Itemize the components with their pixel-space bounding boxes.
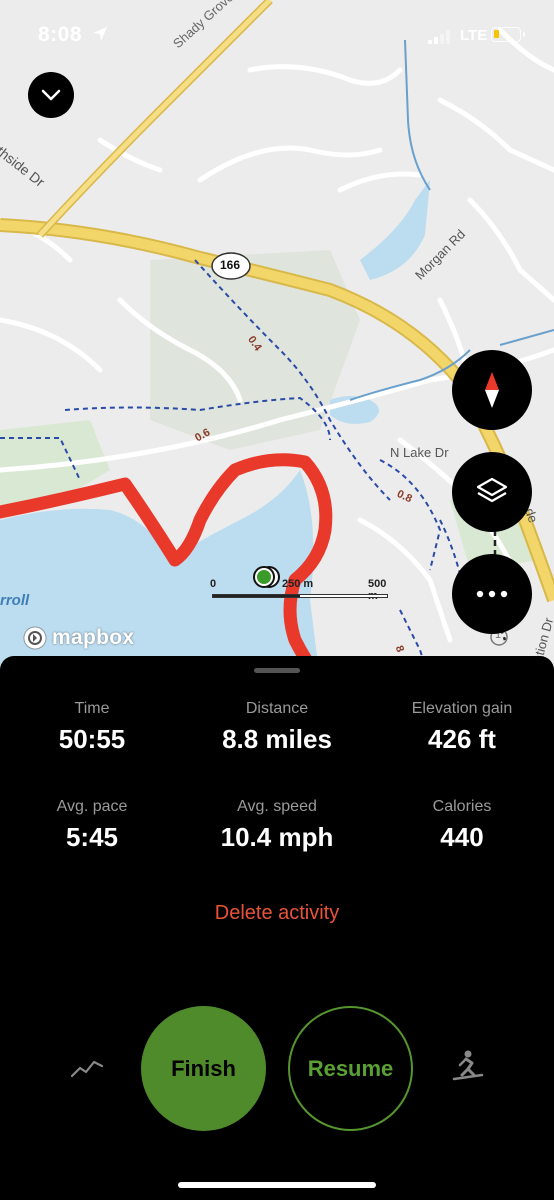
battery-icon	[491, 27, 525, 42]
stat-avg-pace: Avg. pace 5:45	[0, 798, 184, 853]
compass-icon	[485, 372, 499, 408]
location-arrow-icon	[93, 27, 107, 41]
signal-icon	[428, 30, 450, 44]
carrier-label: LTE	[460, 27, 488, 44]
stat-value: 426 ft	[428, 724, 496, 754]
status-time: 8:08	[38, 23, 83, 46]
status-bar: 8:08 LTE	[0, 0, 554, 70]
more-options-button[interactable]	[452, 554, 532, 634]
layers-icon	[476, 477, 508, 503]
finish-button[interactable]: Finish	[141, 1006, 266, 1131]
drag-handle[interactable]	[254, 668, 300, 673]
stat-value: 50:55	[58, 724, 126, 754]
chevron-down-icon	[41, 89, 61, 101]
stat-distance: Distance 8.8 miles	[185, 700, 369, 755]
stat-label: Elevation gain	[411, 700, 513, 717]
more-icon	[476, 590, 508, 598]
stat-label: Distance	[245, 700, 309, 717]
stat-value: 10.4 mph	[220, 822, 334, 852]
stat-time: Time 50:55	[0, 700, 184, 755]
scale-label-max: 500 m	[368, 578, 387, 602]
scale-bar	[212, 594, 388, 598]
map-view[interactable]: Shady Grove rthside Dr 166 Morgan Rd N L…	[0, 0, 554, 680]
stat-calories: Calories 440	[370, 798, 554, 853]
stat-label: Calories	[432, 798, 492, 815]
stat-label: Time	[74, 700, 110, 717]
scale-label-zero: 0	[210, 578, 217, 590]
stat-avg-speed: Avg. speed 10.4 mph	[185, 798, 369, 853]
scale-label-mid: 250 m	[282, 578, 314, 590]
lake-label: rroll	[0, 592, 30, 609]
map-scale: 0 250 m 500 m	[210, 578, 390, 602]
stat-label: Avg. pace	[56, 798, 128, 815]
delete-activity-button[interactable]: Delete activity	[0, 902, 554, 925]
stat-label: Avg. speed	[237, 798, 317, 815]
stat-value: 440	[440, 822, 484, 852]
activity-summary-panel: Time 50:55 Distance 8.8 miles Elevation …	[0, 656, 554, 1200]
mapbox-attribution[interactable]: mapbox	[22, 625, 134, 651]
mapbox-text: mapbox	[52, 626, 135, 649]
route-shield-166: 166	[220, 258, 241, 272]
layers-button[interactable]	[452, 452, 532, 532]
compass-button[interactable]	[452, 350, 532, 430]
road-label-n-lake: N Lake Dr	[390, 445, 449, 460]
collapse-button[interactable]	[28, 72, 74, 118]
stat-value: 8.8 miles	[222, 724, 332, 754]
resume-button[interactable]: Resume	[288, 1006, 413, 1131]
stat-value: 5:45	[65, 822, 119, 852]
mapbox-logo-icon	[23, 626, 47, 650]
graph-icon[interactable]	[70, 1056, 104, 1080]
stat-elevation-gain: Elevation gain 426 ft	[370, 700, 554, 755]
home-indicator	[178, 1182, 376, 1188]
ski-activity-icon[interactable]	[450, 1049, 486, 1085]
